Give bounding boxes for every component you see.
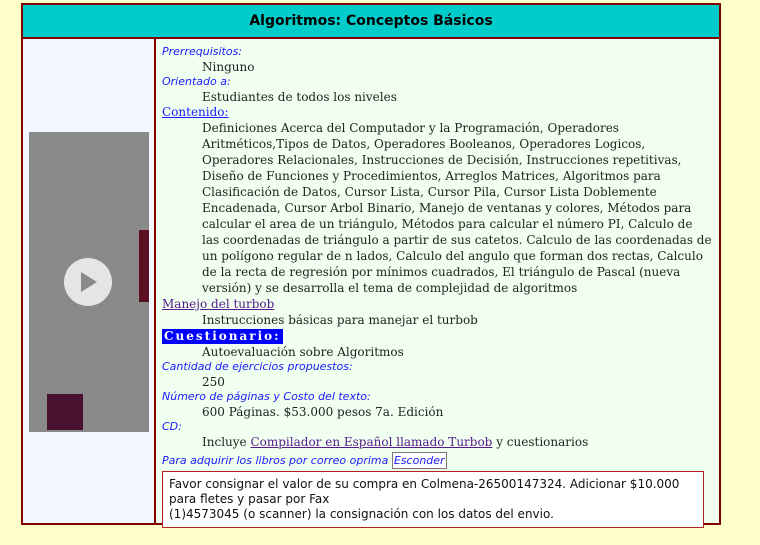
media-column [23, 39, 156, 523]
cd-value: Incluye Compilador en Español llamado Tu… [162, 434, 713, 450]
cuestionario-value: Autoevaluación sobre Algoritmos [202, 345, 404, 359]
card-body: Prerrequisitos: Ninguno Orientado a: Est… [23, 39, 719, 528]
payment-note: Favor consignar el valor de su compra en… [162, 471, 704, 528]
esconder-button[interactable]: Esconder [391, 452, 447, 469]
purchase-row: Para adquirir los libros por correo opri… [162, 452, 713, 469]
cantidad-label: Cantidad de ejercicios propuestos: [162, 360, 353, 373]
turbob-value: Instrucciones básicas para manejar el tu… [202, 313, 478, 327]
contenido-value: Definiciones Acerca del Computador y la … [202, 121, 712, 295]
cantidad-value: 250 [202, 375, 225, 389]
compilador-link[interactable]: Compilador en Español llamado Turbob [250, 435, 492, 449]
play-button[interactable] [64, 258, 112, 306]
course-card: Algoritmos: Conceptos Básicos Prerrequis… [21, 3, 721, 528]
cd-label: CD: [162, 420, 182, 433]
contenido-link[interactable]: Contenido: [162, 105, 713, 120]
cd-prefix: Incluye [202, 435, 247, 449]
video-player[interactable] [29, 132, 149, 432]
paginas-value: 600 Páginas. $53.000 pesos 7a. Edición [202, 405, 444, 419]
paginas-label: Número de páginas y Costo del texto: [162, 390, 371, 403]
payment-note-line2: (1)4573045 (o scanner) la consignación c… [169, 507, 554, 521]
cuestionario-label[interactable]: Cuestionario: [162, 329, 283, 344]
orientado-value: Estudiantes de todos los niveles [202, 90, 397, 104]
purchase-text: Para adquirir los libros por correo opri… [162, 454, 389, 467]
prerreq-value: Ninguno [202, 60, 255, 74]
course-title: Algoritmos: Conceptos Básicos [23, 5, 719, 39]
thumbnail-fragment [47, 394, 83, 430]
payment-note-line1: Favor consignar el valor de su compra en… [169, 477, 680, 506]
thumbnail-fragment [139, 230, 149, 302]
prerreq-label: Prerrequisitos: [162, 45, 243, 58]
play-icon [81, 272, 97, 292]
cd-suffix: y cuestionarios [496, 435, 589, 449]
turbob-link[interactable]: Manejo del turbob [162, 296, 713, 312]
details-column: Prerrequisitos: Ninguno Orientado a: Est… [156, 39, 719, 528]
orientado-label: Orientado a: [162, 75, 231, 88]
